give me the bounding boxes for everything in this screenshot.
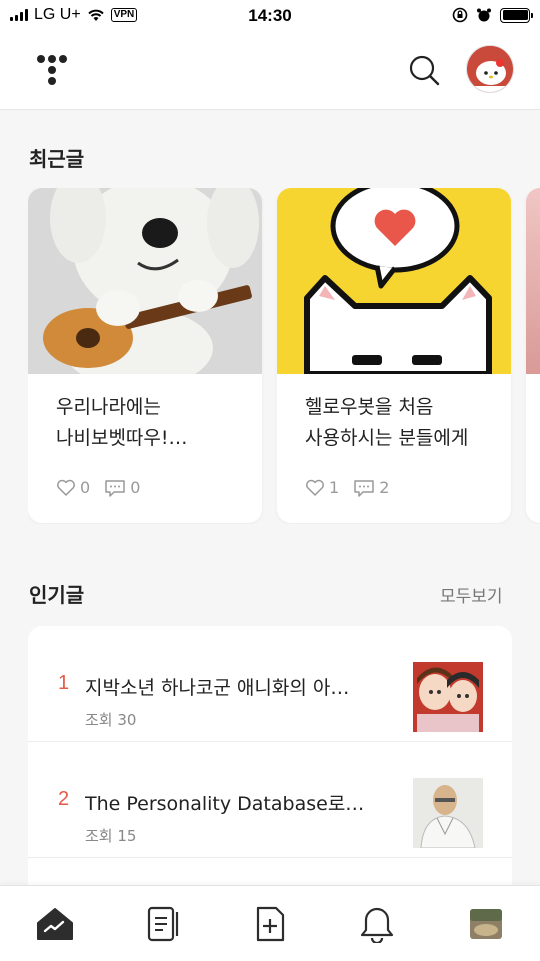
bell-icon <box>360 907 394 943</box>
like-count: 1 <box>329 478 340 497</box>
recent-section-title: 최근글 <box>29 147 85 171</box>
anime-thumbnail-image <box>413 662 483 732</box>
tistory-logo-icon[interactable] <box>36 54 68 86</box>
view-count: 조회 30 <box>85 711 137 729</box>
bottom-tab-bar <box>0 885 540 961</box>
popular-post-row[interactable]: 1 지박소년 하나코군 애니화의 아… 조회 30 <box>28 626 512 742</box>
profile-avatar[interactable] <box>466 45 514 93</box>
post-thumbnail <box>526 188 540 374</box>
profile-thumbnail-icon <box>470 909 502 939</box>
home-chart-icon <box>37 908 73 940</box>
recent-post-card[interactable]: 헬로우봇을 처음 사용하시는 분들에게 1 2 <box>277 188 511 523</box>
status-bar: LG U+ VPN 14:30 <box>0 0 540 32</box>
add-post-icon <box>256 906 285 942</box>
tab-notifications[interactable] <box>357 904 397 944</box>
battery-icon <box>500 7 533 23</box>
dog-guitar-image <box>28 188 262 374</box>
comment-icon[interactable] <box>104 479 126 497</box>
post-rank: 2 <box>58 788 70 810</box>
recent-post-card[interactable]: 우리나라에는 나비보벳따우! 외국에는... 0 0 <box>28 188 262 523</box>
post-title[interactable]: 지박소년 하나코군 애니화의 아… <box>85 673 385 700</box>
popular-section-title: 인기글 <box>29 583 85 607</box>
man-photo-image <box>413 778 483 848</box>
alarm-icon <box>477 8 491 22</box>
post-rank: 1 <box>58 672 70 694</box>
white-cat-heart-image <box>277 188 511 374</box>
search-icon[interactable] <box>408 54 440 86</box>
popular-post-row[interactable]: 2 The Personality Database로… 조회 15 <box>28 742 512 858</box>
post-thumbnail <box>277 188 511 374</box>
document-list-icon <box>147 906 179 942</box>
like-count: 0 <box>80 478 91 497</box>
tab-posts[interactable] <box>143 904 183 944</box>
post-stats: 1 2 <box>305 478 397 497</box>
post-thumbnail <box>413 662 483 732</box>
post-title[interactable]: 헬로우봇을 처음 사용하시는 분들에게 <box>305 392 489 454</box>
comment-icon[interactable] <box>353 479 375 497</box>
view-count: 조회 15 <box>85 827 137 845</box>
post-title[interactable]: 우리나라에는 나비보벳따우! 외국에는... <box>56 392 240 454</box>
app-header <box>0 32 540 110</box>
popular-posts-list: 1 지박소년 하나코군 애니화의 아… 조회 30 2 The Personal… <box>28 626 512 916</box>
rotation-lock-icon <box>452 7 468 23</box>
status-right <box>452 7 533 23</box>
hello-kitty-icon <box>467 46 513 92</box>
heart-icon[interactable] <box>56 479 76 497</box>
comment-count: 0 <box>130 478 141 497</box>
tab-home[interactable] <box>35 904 75 944</box>
post-thumbnail <box>413 778 483 848</box>
post-title[interactable]: The Personality Database로… <box>85 789 385 816</box>
see-all-link[interactable]: 모두보기 <box>440 582 503 607</box>
comment-count: 2 <box>379 478 390 497</box>
tab-profile[interactable] <box>466 904 506 944</box>
recent-posts-carousel[interactable]: 우리나라에는 나비보벳따우! 외국에는... 0 0 <box>28 188 540 524</box>
tab-write[interactable] <box>250 904 290 944</box>
post-stats: 0 0 <box>56 478 148 497</box>
post-thumbnail <box>28 188 262 374</box>
recent-post-card-partial[interactable] <box>526 188 540 523</box>
heart-icon[interactable] <box>305 479 325 497</box>
